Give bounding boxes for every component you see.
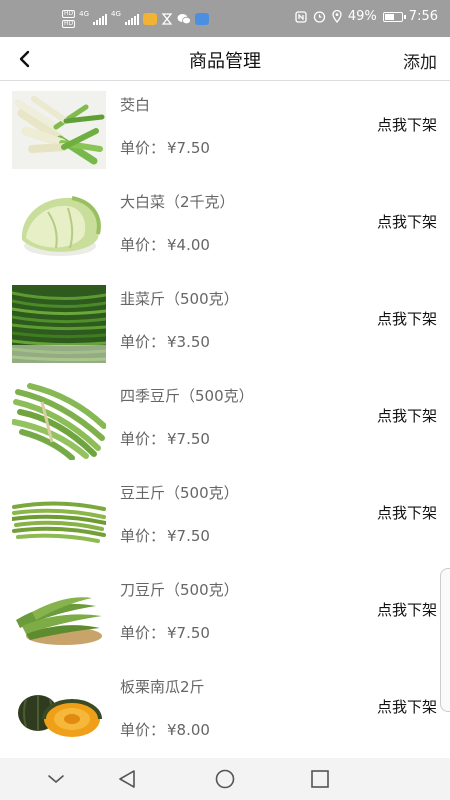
price-value: ¥7.50 bbox=[167, 527, 210, 545]
hide-nav-button[interactable] bbox=[44, 768, 68, 790]
price-value: ¥7.50 bbox=[167, 430, 210, 448]
delist-button[interactable]: 点我下架 bbox=[377, 114, 437, 135]
delist-button[interactable]: 点我下架 bbox=[377, 696, 437, 717]
nfc-icon bbox=[295, 10, 307, 23]
page-title: 商品管理 bbox=[189, 51, 261, 72]
status-indicators-left: HD HD 4G 4G bbox=[62, 10, 209, 28]
price-label: 单价： bbox=[120, 333, 166, 351]
product-price: 单价： ¥7.50 bbox=[120, 137, 210, 158]
product-name: 四季豆斤（500克） bbox=[120, 387, 254, 405]
product-row: 茭白 单价： ¥7.50 点我下架 bbox=[0, 82, 450, 179]
product-row: 豆王斤（500克） 单价： ¥7.50 点我下架 bbox=[0, 470, 450, 567]
back-triangle-icon bbox=[119, 770, 135, 788]
product-name: 豆王斤（500克） bbox=[120, 484, 239, 502]
long-beans-image bbox=[12, 479, 106, 557]
sim2-hd-tag: HD bbox=[62, 20, 76, 28]
price-label: 单价： bbox=[120, 527, 166, 545]
price-label: 单价： bbox=[120, 721, 166, 739]
chevron-down-icon bbox=[48, 775, 64, 783]
sim1-hd-tag: HD bbox=[62, 10, 76, 18]
battery-icon bbox=[382, 11, 406, 22]
network-type-1: 4G bbox=[79, 10, 90, 18]
price-value: ¥3.50 bbox=[167, 333, 210, 351]
price-value: ¥7.50 bbox=[167, 624, 210, 642]
product-price: 单价： ¥7.50 bbox=[120, 428, 210, 449]
status-bar: HD HD 4G 4G 49% 7:56 bbox=[0, 0, 450, 37]
chives-image bbox=[12, 285, 106, 363]
product-row: 韭菜斤（500克） 单价： ¥3.50 点我下架 bbox=[0, 276, 450, 373]
signal-strength-1-icon bbox=[93, 13, 108, 25]
battery-percent: 49% bbox=[347, 9, 377, 24]
nav-home-button[interactable] bbox=[213, 768, 237, 790]
recents-square-icon bbox=[311, 770, 329, 788]
chinese-cabbage-image bbox=[12, 188, 106, 266]
water-bamboo-image bbox=[12, 91, 106, 169]
product-list: 茭白 单价： ¥7.50 点我下架 大白菜（2千克） 单价： ¥4.00 点我下架 bbox=[0, 82, 450, 758]
price-label: 单价： bbox=[120, 236, 166, 254]
chestnut-pumpkin-image bbox=[12, 673, 106, 751]
home-circle-icon bbox=[215, 769, 235, 789]
nav-back-button[interactable] bbox=[116, 768, 140, 790]
price-value: ¥7.50 bbox=[167, 139, 210, 157]
price-value: ¥8.00 bbox=[167, 721, 210, 739]
location-icon bbox=[332, 10, 342, 23]
nav-recents-button[interactable] bbox=[308, 768, 332, 790]
product-row: 四季豆斤（500克） 单价： ¥7.50 点我下架 bbox=[0, 373, 450, 470]
product-name: 韭菜斤（500克） bbox=[120, 290, 239, 308]
wechat-icon bbox=[177, 14, 191, 25]
product-price: 单价： ¥3.50 bbox=[120, 331, 210, 352]
green-beans-image bbox=[12, 382, 106, 460]
price-value: ¥4.00 bbox=[167, 236, 210, 254]
product-price: 单价： ¥8.00 bbox=[120, 719, 210, 740]
product-row: 大白菜（2千克） 单价： ¥4.00 点我下架 bbox=[0, 179, 450, 276]
price-label: 单价： bbox=[120, 139, 166, 157]
product-price: 单价： ¥7.50 bbox=[120, 525, 210, 546]
battery-level-fill bbox=[384, 13, 394, 20]
product-price: 单价： ¥4.00 bbox=[120, 234, 210, 255]
status-indicators-right: 49% 7:56 bbox=[295, 9, 438, 24]
delist-button[interactable]: 点我下架 bbox=[377, 502, 437, 523]
price-label: 单价： bbox=[120, 430, 166, 448]
delist-button[interactable]: 点我下架 bbox=[377, 405, 437, 426]
edge-scroll-handle[interactable] bbox=[440, 568, 450, 712]
product-row: 刀豆斤（500克） 单价： ¥7.50 点我下架 bbox=[0, 567, 450, 664]
hourglass-icon bbox=[161, 13, 173, 25]
mail-app-icon bbox=[142, 13, 157, 25]
signal-strength-2-icon bbox=[124, 13, 139, 25]
delist-button[interactable]: 点我下架 bbox=[377, 599, 437, 620]
app-header: 商品管理 添加 bbox=[0, 37, 450, 81]
add-product-button[interactable]: 添加 bbox=[403, 48, 437, 73]
delist-button[interactable]: 点我下架 bbox=[377, 308, 437, 329]
clock: 7:56 bbox=[408, 9, 438, 24]
app-notification-icon bbox=[194, 13, 209, 25]
product-name: 板栗南瓜2斤 bbox=[120, 678, 205, 696]
sim-indicators: HD HD bbox=[62, 10, 76, 28]
delist-button[interactable]: 点我下架 bbox=[377, 211, 437, 232]
product-row: 板栗南瓜2斤 单价： ¥8.00 点我下架 bbox=[0, 664, 450, 758]
product-name: 刀豆斤（500克） bbox=[120, 581, 239, 599]
system-nav-bar bbox=[0, 758, 450, 800]
alarm-icon bbox=[313, 11, 326, 23]
product-name: 大白菜（2千克） bbox=[120, 193, 235, 211]
price-label: 单价： bbox=[120, 624, 166, 642]
sword-beans-image bbox=[12, 576, 106, 654]
product-name: 茭白 bbox=[120, 96, 151, 114]
product-price: 单价： ¥7.50 bbox=[120, 622, 210, 643]
network-type-2: 4G bbox=[111, 10, 121, 18]
